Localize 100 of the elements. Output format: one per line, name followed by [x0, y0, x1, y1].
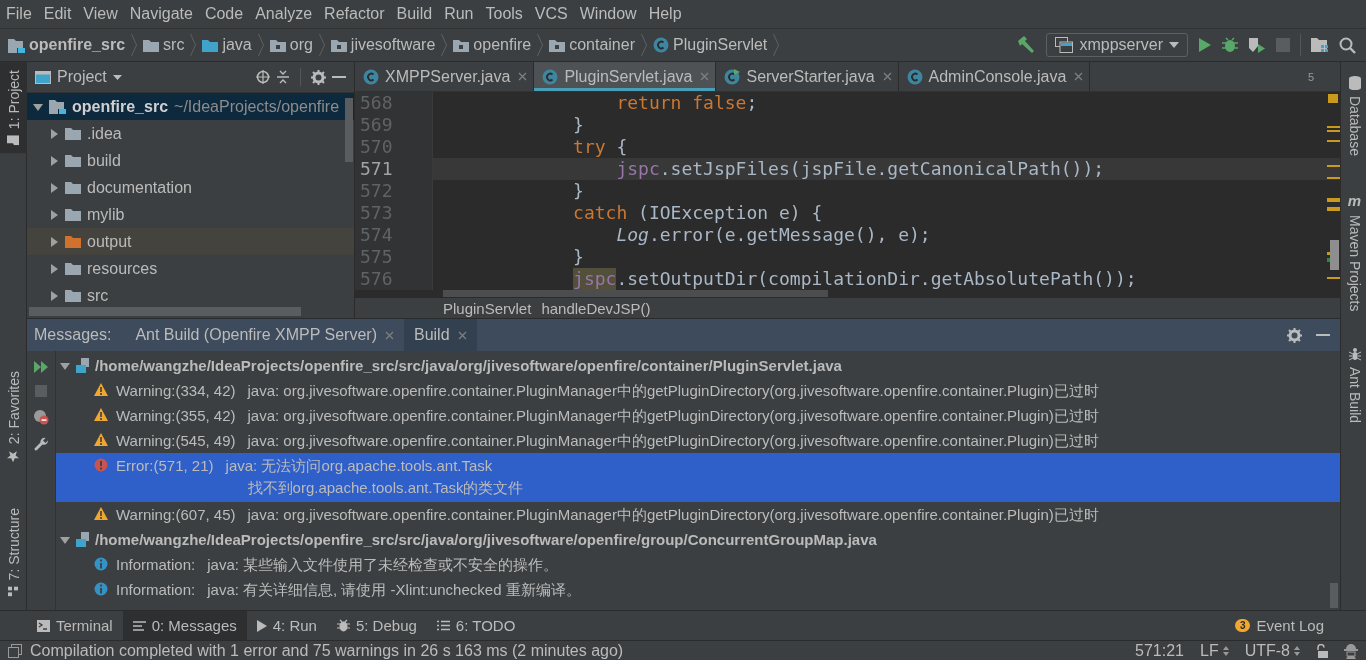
- breadcrumb-item[interactable]: container: [569, 36, 635, 54]
- scrollbar-thumb[interactable]: [443, 290, 828, 297]
- panel-tab[interactable]: Build: [403, 319, 477, 351]
- menu-item[interactable]: Help: [642, 5, 688, 23]
- file-path[interactable]: /home/wangzhe/IdeaProjects/openfire_src/src/java/org/jivesoftware/openfire/group/ConcurrentGroupMap.java: [95, 531, 877, 548]
- tool-window-button[interactable]: 2: Favorites: [0, 363, 27, 471]
- breadcrumb-item[interactable]: PluginServlet: [443, 299, 532, 317]
- editor-tab[interactable]: PluginServlet.java: [534, 62, 717, 91]
- message-row[interactable]: Warning:(607, 45) java: org.jivesoftware.openfire.container.PluginManager中的getPluginDirectory(org.jivesoftware.openfire.container.Plugin)已过时: [56, 502, 1340, 527]
- warning-icon: [94, 507, 108, 520]
- expanded-arrow-icon[interactable]: [33, 101, 43, 112]
- menu-item[interactable]: File: [0, 5, 38, 23]
- file-path[interactable]: /home/wangzhe/IdeaProjects/openfire_src/src/java/org/jivesoftware/openfire/container/PluginServlet.java: [95, 357, 842, 374]
- expanded-arrow-icon[interactable]: [60, 534, 70, 545]
- message-row[interactable]: Warning:(545, 49) java: org.jivesoftware.openfire.container.PluginManager中的getPluginDirectory(org.jivesoftware.openfire.container.Plugin)已过时: [56, 428, 1340, 453]
- breadcrumb-item[interactable]: handleDevJSP(): [541, 299, 651, 317]
- expanded-arrow-icon[interactable]: [60, 360, 70, 371]
- menu-item[interactable]: Window: [573, 5, 643, 23]
- window-toggle-icon[interactable]: [8, 643, 22, 658]
- breadcrumb-item[interactable]: openfire: [473, 36, 532, 54]
- tree-row[interactable]: resources: [27, 255, 354, 282]
- close-icon[interactable]: [882, 72, 892, 81]
- tool-window-tab[interactable]: Terminal: [27, 611, 123, 640]
- locate-icon[interactable]: [256, 70, 270, 84]
- scrollbar-thumb[interactable]: [29, 307, 301, 316]
- collapsed-arrow-icon[interactable]: [49, 263, 59, 274]
- tab-count[interactable]: 5: [1307, 62, 1340, 91]
- menu-item[interactable]: Analyze: [249, 5, 319, 23]
- error-filter-icon[interactable]: [33, 409, 49, 425]
- menu-item[interactable]: Edit: [37, 5, 78, 23]
- tool-window-button[interactable]: 1: Project: [0, 62, 27, 154]
- close-icon[interactable]: [457, 330, 467, 340]
- database-icon: [1347, 76, 1362, 90]
- collapse-all-icon[interactable]: [276, 70, 290, 84]
- lock-icon[interactable]: [1316, 643, 1328, 658]
- tree-row[interactable]: src: [27, 282, 354, 309]
- breadcrumb-item[interactable]: java: [222, 36, 252, 54]
- search-icon[interactable]: [1339, 36, 1356, 54]
- menu-item[interactable]: Navigate: [123, 5, 199, 23]
- coverage-icon[interactable]: [1248, 37, 1266, 53]
- close-icon[interactable]: [1074, 72, 1084, 81]
- tool-window-button[interactable]: Database: [1341, 68, 1366, 164]
- breadcrumb-item[interactable]: src: [163, 36, 185, 54]
- tree-row[interactable]: mylib: [27, 201, 354, 228]
- scrollbar-thumb[interactable]: [345, 98, 353, 162]
- settings-icon[interactable]: [1287, 327, 1302, 343]
- debug-icon[interactable]: [1222, 37, 1238, 53]
- run-configuration-dropdown[interactable]: xmppserver: [1046, 33, 1188, 57]
- caret-icon[interactable]: [112, 74, 122, 80]
- collapsed-arrow-icon[interactable]: [49, 209, 59, 220]
- collapsed-arrow-icon[interactable]: [49, 128, 59, 139]
- close-icon[interactable]: [384, 330, 394, 340]
- breadcrumb-item[interactable]: jivesoftware: [350, 36, 436, 54]
- message-row[interactable]: Information: java: 某些输入文件使用了未经检查或不安全的操作。: [56, 552, 1340, 577]
- breadcrumb-item[interactable]: openfire_src: [29, 36, 126, 54]
- tool-window-tab[interactable]: 4: Run: [246, 611, 327, 640]
- settings-icon[interactable]: [311, 69, 326, 85]
- panel-tab[interactable]: Ant Build (Openfire XMPP Server): [125, 319, 404, 351]
- message-row[interactable]: Warning:(355, 42) java: org.jivesoftware.openfire.container.PluginManager中的getPluginDirectory(org.jivesoftware.openfire.container.Plugin)已过时: [56, 403, 1340, 428]
- close-icon[interactable]: [518, 72, 528, 81]
- menu-item[interactable]: View: [77, 5, 124, 23]
- panel-title[interactable]: Project: [57, 68, 107, 86]
- tree-row[interactable]: output: [27, 228, 354, 255]
- tool-window-button[interactable]: Ant Build: [1341, 339, 1366, 432]
- tree-row[interactable]: .idea: [27, 120, 354, 147]
- hammer-icon[interactable]: [1016, 35, 1037, 55]
- minimize-icon[interactable]: [332, 75, 346, 79]
- collapsed-arrow-icon[interactable]: [49, 182, 59, 193]
- rerun-icon[interactable]: [34, 361, 48, 373]
- menu-item[interactable]: VCS: [528, 5, 574, 23]
- tree-row[interactable]: openfire_src ~/IdeaProjects/openfire: [27, 93, 354, 120]
- menu-item[interactable]: Build: [390, 5, 439, 23]
- tool-window-tab[interactable]: 5: Debug: [326, 611, 427, 640]
- breadcrumb-item[interactable]: PluginServlet: [673, 36, 768, 54]
- collapsed-arrow-icon[interactable]: [49, 290, 59, 301]
- minimize-icon[interactable]: [1316, 333, 1330, 337]
- tool-window-button[interactable]: 7: Structure: [0, 500, 27, 605]
- tool-window-tab[interactable]: 0: Messages: [122, 611, 247, 640]
- tree-row[interactable]: build: [27, 147, 354, 174]
- message-row[interactable]: Warning:(334, 42) java: org.jivesoftware.openfire.container.PluginManager中的getPluginDirectory(org.jivesoftware.openfire.container.Plugin)已过时: [56, 378, 1340, 403]
- caret-position[interactable]: 571:21: [1135, 641, 1184, 660]
- wrench-icon[interactable]: [33, 437, 49, 452]
- menu-item[interactable]: Run: [438, 5, 480, 23]
- event-log-button[interactable]: 3 Event Log: [1228, 616, 1330, 635]
- run-icon[interactable]: [1198, 37, 1212, 53]
- breadcrumb-item[interactable]: org: [289, 36, 313, 54]
- line-separator-selector[interactable]: LF: [1200, 641, 1229, 660]
- encoding-selector[interactable]: UTF-8: [1244, 641, 1300, 660]
- menu-item[interactable]: Tools: [479, 5, 529, 23]
- menu-item[interactable]: Code: [198, 5, 250, 23]
- inspector-icon[interactable]: [1344, 642, 1358, 659]
- menu-item[interactable]: Refactor: [318, 5, 391, 23]
- tree-row[interactable]: documentation: [27, 174, 354, 201]
- tool-window-tab[interactable]: 6: TODO: [426, 611, 526, 640]
- collapsed-arrow-icon[interactable]: [49, 236, 59, 247]
- tool-window-button[interactable]: m Maven Projects: [1341, 183, 1366, 320]
- collapsed-arrow-icon[interactable]: [49, 155, 59, 166]
- message-row[interactable]: Information: java: 有关详细信息, 请使用 -Xlint:unchecked 重新编译。: [56, 577, 1340, 602]
- project-structure-icon[interactable]: [1311, 37, 1329, 53]
- scrollbar-thumb[interactable]: [1330, 583, 1338, 608]
